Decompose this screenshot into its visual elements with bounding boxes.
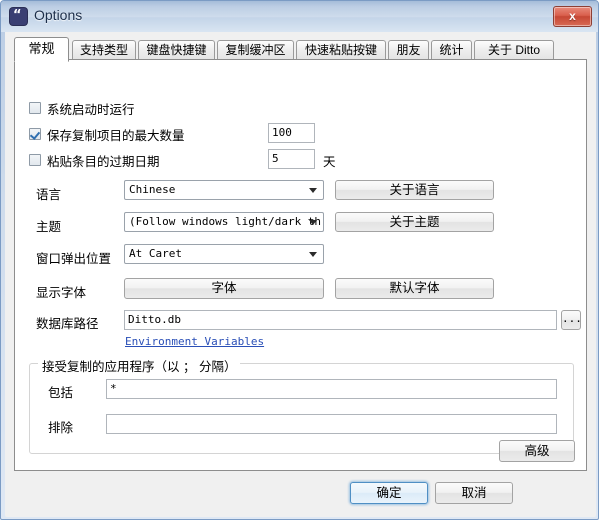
checkbox-run-on-startup-label: 系统启动时运行 xyxy=(47,102,135,117)
checkbox-run-on-startup[interactable]: 系统启动时运行 xyxy=(29,100,135,117)
ditto-quote-icon: “ xyxy=(10,8,27,25)
window-title: Options xyxy=(34,7,83,23)
tab-about-ditto[interactable]: 关于 Ditto xyxy=(474,40,554,60)
accept-copy-groupbox-title: 接受复制的应用程序（以 ； 分隔） xyxy=(38,356,241,375)
popup-position-value: At Caret xyxy=(129,247,182,260)
tab-general[interactable]: 常规 xyxy=(14,37,69,62)
checkbox-expire-date[interactable]: 粘贴条目的过期日期 xyxy=(29,152,160,169)
browse-db-path-button[interactable]: ... xyxy=(561,310,582,330)
environment-variables-link[interactable]: Environment Variables xyxy=(125,335,264,348)
language-label: 语言 xyxy=(36,188,62,202)
accept-copy-groupbox: 接受复制的应用程序（以 ； 分隔） 包括 * 排除 xyxy=(29,356,574,454)
ok-button[interactable]: 确定 xyxy=(350,482,428,504)
popup-position-dropdown[interactable]: At Caret xyxy=(124,244,324,264)
theme-dropdown[interactable]: (Follow windows light/dark th xyxy=(124,212,324,232)
chevron-down-icon xyxy=(309,188,317,193)
db-path-input[interactable]: Ditto.db xyxy=(124,310,557,330)
close-icon: x xyxy=(569,9,576,23)
include-label: 包括 xyxy=(48,386,74,400)
checkbox-max-copies[interactable]: 保存复制项目的最大数量 xyxy=(29,126,185,143)
font-button[interactable]: 字体 xyxy=(124,278,324,299)
popup-position-label: 窗口弹出位置 xyxy=(36,252,112,266)
title-bar: “ Options x xyxy=(1,1,598,32)
checkbox-expire-date-box[interactable] xyxy=(29,154,41,166)
about-theme-button[interactable]: 关于主题 xyxy=(335,212,494,232)
about-language-button[interactable]: 关于语言 xyxy=(335,180,494,200)
tab-copy-buffers[interactable]: 复制缓冲区 xyxy=(217,40,294,60)
tab-quick-paste-keys[interactable]: 快速粘贴按键 xyxy=(296,40,386,60)
checkbox-expire-date-label: 粘贴条目的过期日期 xyxy=(47,154,160,169)
advanced-button[interactable]: 高级 xyxy=(499,440,575,462)
ditto-quote-glyph: “ xyxy=(13,8,22,23)
chevron-down-icon xyxy=(309,252,317,257)
checkbox-max-copies-box[interactable] xyxy=(29,128,41,140)
tab-page-general: 系统启动时运行 保存复制项目的最大数量 100 粘贴条目的过期日期 5 天 语言… xyxy=(14,59,587,471)
default-font-button[interactable]: 默认字体 xyxy=(335,278,494,299)
exclude-label: 排除 xyxy=(48,421,74,435)
display-font-label: 显示字体 xyxy=(36,286,87,300)
language-value: Chinese xyxy=(129,183,176,196)
close-button[interactable]: x xyxy=(553,6,592,27)
checkbox-max-copies-label: 保存复制项目的最大数量 xyxy=(47,128,185,143)
options-window: “ Options x 常规 支持类型 键盘快捷键 复制缓冲区 快速粘贴按键 朋… xyxy=(0,0,599,520)
expire-days-input[interactable]: 5 xyxy=(268,149,315,169)
checkbox-run-on-startup-box[interactable] xyxy=(29,102,41,114)
tab-friends[interactable]: 朋友 xyxy=(388,40,429,60)
expire-days-unit-label: 天 xyxy=(323,155,336,169)
tab-stats[interactable]: 统计 xyxy=(431,40,472,60)
exclude-input[interactable] xyxy=(106,414,557,434)
theme-label: 主题 xyxy=(36,220,62,234)
cancel-button[interactable]: 取消 xyxy=(435,482,513,504)
chevron-down-icon xyxy=(309,220,317,225)
theme-value: (Follow windows light/dark th xyxy=(129,215,322,228)
tab-supported-types[interactable]: 支持类型 xyxy=(72,40,136,60)
language-dropdown[interactable]: Chinese xyxy=(124,180,324,200)
tab-strip: 常规 支持类型 键盘快捷键 复制缓冲区 快速粘贴按键 朋友 统计 关于 Ditt… xyxy=(14,37,589,62)
tab-keyboard-shortcuts[interactable]: 键盘快捷键 xyxy=(138,40,215,60)
db-path-label: 数据库路径 xyxy=(36,317,99,331)
client-area: 常规 支持类型 键盘快捷键 复制缓冲区 快速粘贴按键 朋友 统计 关于 Ditt… xyxy=(5,32,596,517)
include-input[interactable]: * xyxy=(106,379,557,399)
max-copies-input[interactable]: 100 xyxy=(268,123,315,143)
